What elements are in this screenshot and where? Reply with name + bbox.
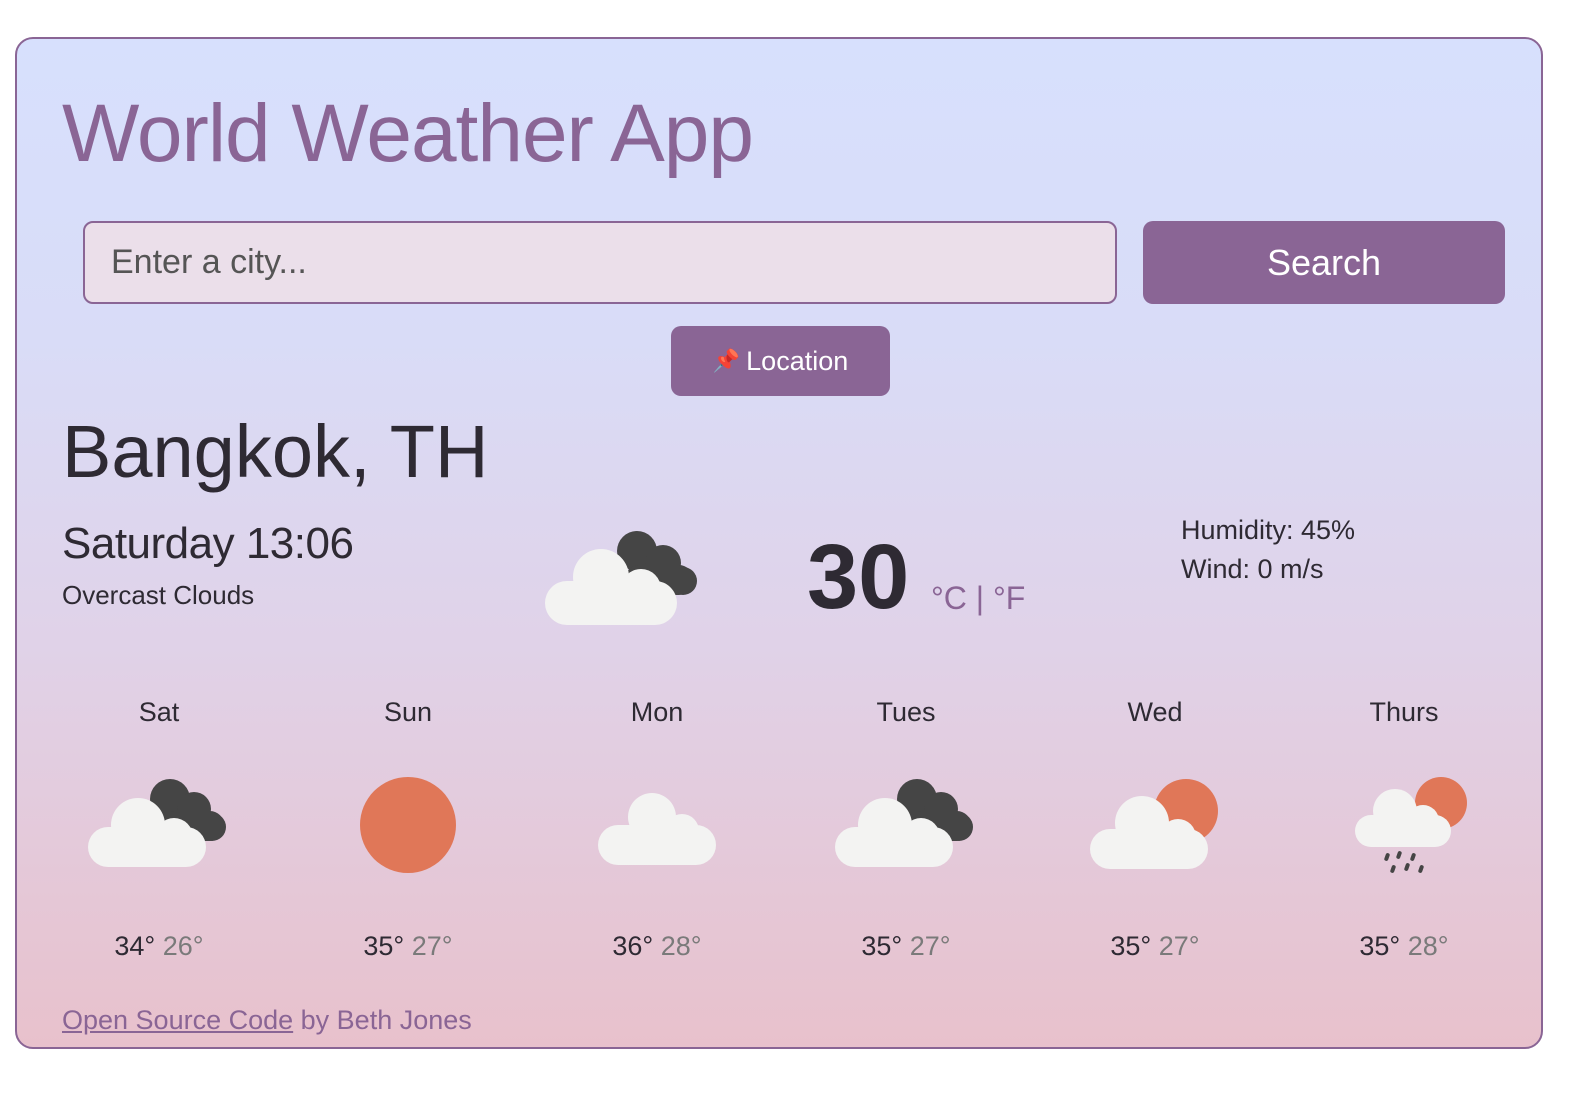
rain-sun-icon (1355, 777, 1467, 873)
forecast-day: Sat 34° 26° (39, 697, 279, 977)
footer: Open Source Code by Beth Jones (62, 1005, 472, 1036)
current-temperature: 30 (807, 526, 910, 628)
forecast-day-name: Mon (630, 697, 684, 727)
forecast-max-temp: 35° (1110, 931, 1152, 961)
forecast-temps: 34° 26° (39, 931, 279, 962)
forecast-min-temp: 27° (411, 931, 453, 961)
pushpin-icon: 📌 (712, 348, 741, 373)
current-datetime: Saturday 13:06 (62, 519, 354, 568)
open-source-code-link[interactable]: Open Source Code (62, 1005, 293, 1035)
forecast-min-temp: 28° (660, 931, 702, 961)
forecast-day: Mon 36° 28° (537, 697, 777, 977)
dark-cloud-icon (835, 779, 973, 867)
forecast-max-temp: 35° (363, 931, 405, 961)
forecast-temps: 36° 28° (537, 931, 777, 962)
forecast-day-name: Thurs (1369, 697, 1439, 727)
forecast-day: Thurs 35° 28° (1284, 697, 1524, 977)
forecast-min-temp: 27° (909, 931, 951, 961)
forecast-day: Wed 35° 27° (1035, 697, 1275, 977)
weather-app-card: World Weather App Search 📌 Location Bang… (15, 37, 1543, 1049)
forecast-max-temp: 36° (612, 931, 654, 961)
wind-readout: Wind: 0 m/s (1181, 554, 1324, 584)
dark-cloud-icon (545, 531, 697, 625)
cloud-icon (598, 793, 716, 865)
app-title: World Weather App (62, 88, 754, 179)
forecast-min-temp: 28° (1407, 931, 1449, 961)
dark-cloud-icon (88, 779, 226, 867)
forecast-day: Tues 35° 27° (786, 697, 1026, 977)
city-name: Bangkok, TH (62, 410, 489, 493)
humidity-readout: Humidity: 45% (1181, 515, 1356, 545)
forecast-max-temp: 35° (1359, 931, 1401, 961)
search-button[interactable]: Search (1143, 221, 1505, 304)
city-search-input[interactable] (83, 221, 1117, 304)
footer-credit: by Beth Jones (293, 1005, 472, 1035)
location-button[interactable]: 📌 Location (671, 326, 890, 396)
forecast-max-temp: 34° (114, 931, 156, 961)
forecast-max-temp: 35° (861, 931, 903, 961)
forecast-day-name: Sun (383, 697, 433, 727)
forecast-temps: 35° 27° (786, 931, 1026, 962)
sun-icon (360, 777, 456, 873)
forecast-day-name: Sat (138, 697, 180, 727)
location-button-label: Location (746, 345, 849, 376)
forecast-min-temp: 27° (1158, 931, 1200, 961)
forecast-day-name: Wed (1127, 697, 1183, 727)
forecast-day-name: Tues (876, 697, 936, 727)
forecast-temps: 35° 27° (1035, 931, 1275, 962)
forecast-day: Sun 35° 27° (288, 697, 528, 977)
weather-description: Overcast Clouds (62, 580, 255, 610)
forecast-temps: 35° 28° (1284, 931, 1524, 962)
temperature-units-toggle[interactable]: °C | °F (931, 580, 1025, 617)
forecast-min-temp: 26° (162, 931, 204, 961)
sun-cloud-icon (1090, 779, 1218, 869)
forecast-temps: 35° 27° (288, 931, 528, 962)
